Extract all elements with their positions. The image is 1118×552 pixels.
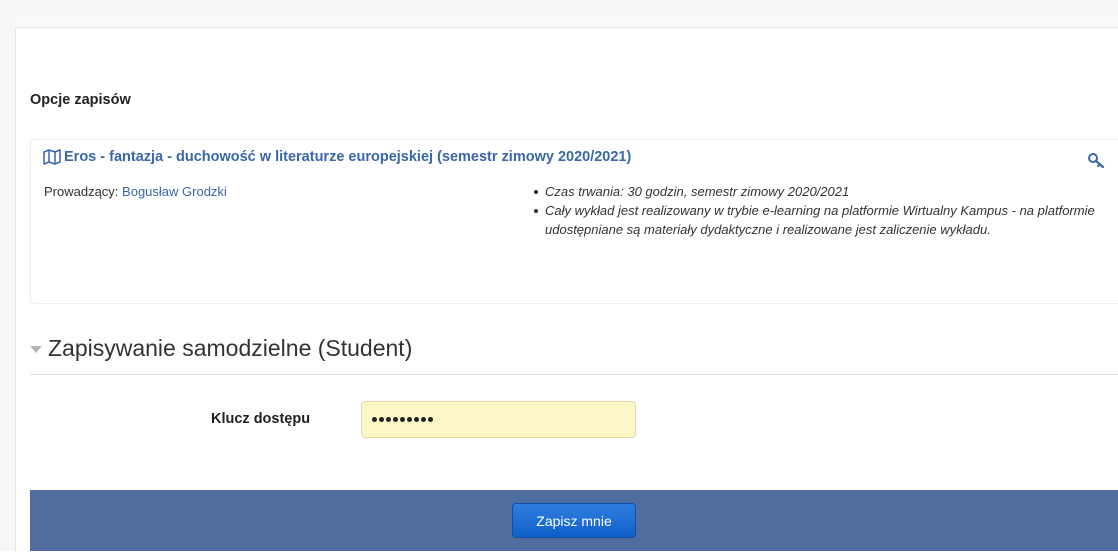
enrol-section-title: Zapisywanie samodzielne (Student) [48, 335, 413, 361]
teacher-link[interactable]: Bogusław Grodzki [122, 184, 227, 199]
course-title-link[interactable]: Eros - fantazja - duchowość w literaturz… [64, 149, 631, 165]
course-summary: Czas trwania: 30 godzin, semestr zimowy … [531, 182, 1111, 239]
password-dot [414, 417, 419, 422]
enrolment-key-label: Klucz dostępu [211, 411, 311, 427]
page-title: Opcje zapisów [30, 92, 131, 108]
password-dot [400, 417, 405, 422]
password-dot [379, 417, 384, 422]
password-dot [407, 417, 412, 422]
page-background-left [0, 0, 15, 551]
password-dot [386, 417, 391, 422]
password-dot [393, 417, 398, 422]
enrol-me-button[interactable]: Zapisz mnie [512, 503, 636, 538]
course-title: Eros - fantazja - duchowość w literaturz… [43, 149, 631, 165]
page-background-top [0, 0, 1118, 28]
summary-item: Czas trwania: 30 godzin, semestr zimowy … [531, 182, 1111, 201]
key-icon [1087, 151, 1105, 169]
summary-item: Cały wykład jest realizowany w trybie e-… [531, 201, 1111, 239]
password-dot [421, 417, 426, 422]
collapse-triangle-icon [30, 346, 42, 353]
password-dot [372, 417, 377, 422]
password-dot [428, 417, 433, 422]
password-mask [372, 417, 433, 422]
teacher-label: Prowadzący: [44, 184, 119, 199]
course-teacher: Prowadzący: Bogusław Grodzki [44, 184, 227, 199]
map-icon [43, 149, 61, 165]
enrolment-key-input[interactable] [361, 401, 636, 438]
enrol-section-legend[interactable]: Zapisywanie samodzielne (Student) [30, 335, 412, 362]
divider [30, 374, 1118, 375]
